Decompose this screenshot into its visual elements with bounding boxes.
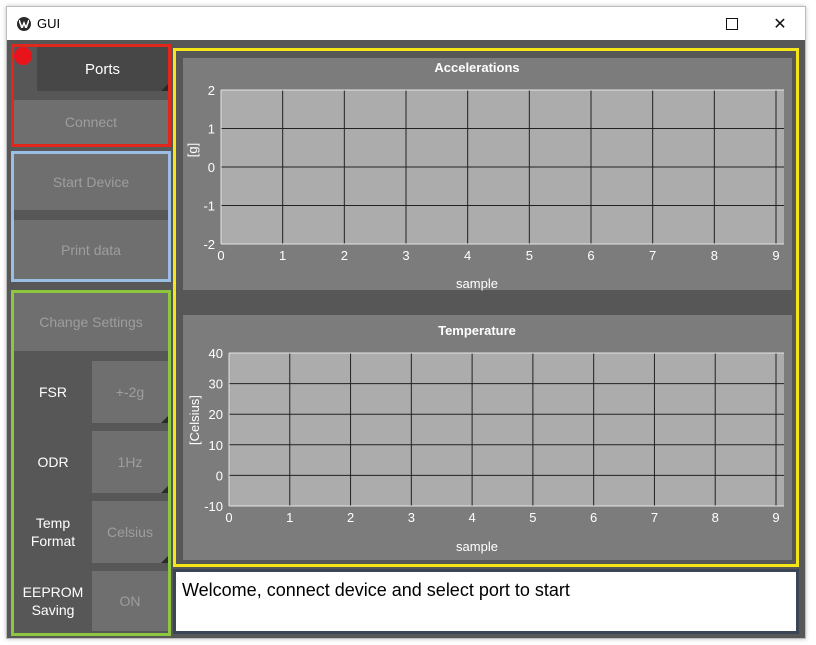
temp-x-tick-label: 7 [651,510,658,525]
close-button[interactable]: ✕ [757,7,803,40]
temp-x-tick-label: 9 [772,510,779,525]
temp-x-tick-label: 5 [529,510,536,525]
temp-y-axis-label: [Celsius] [187,395,202,445]
charts-canvas: Accelerations0 1 2 3 4 5 6 7 8 9210-1-2sample[g]T… [183,58,792,560]
accel-x-tick-label: 4 [464,248,471,263]
accel-y-tick-label: 2 [208,83,215,98]
temp-y-tick-label: 40 [209,346,223,361]
temp-x-tick-label: 4 [468,510,475,525]
accel-y-tick-label: 1 [208,122,215,137]
accel-x-tick-label: 7 [649,248,656,263]
temp-x-tick-label: 2 [347,510,354,525]
accel-x-tick-label: 8 [711,248,718,263]
accel-x-tick-label: 5 [526,248,533,263]
accel-chart-title: Accelerations [434,60,519,75]
temp-y-tick-label: 30 [209,377,223,392]
accel-x-tick-label: 0 [217,248,224,263]
accel-y-tick-label: -1 [203,199,215,214]
app-icon [17,17,31,31]
temp-x-tick-label: 3 [408,510,415,525]
temp-x-tick-label: 6 [590,510,597,525]
temp-y-tick-label: 0 [216,468,223,483]
client-area: Ports Connect Start Device Print data Ch… [7,40,805,638]
accel-y-axis-label: [g] [185,143,200,157]
accel-x-axis-label: sample [456,276,498,291]
temp-y-tick-label: 10 [209,438,223,453]
temp-x-tick-label: 0 [225,510,232,525]
close-icon: ✕ [773,15,787,33]
temp-y-tick-label: -10 [204,499,223,514]
temp-x-tick-label: 1 [286,510,293,525]
title-bar[interactable]: GUI ✕ [7,7,805,40]
maximize-button[interactable] [709,7,755,40]
status-message: Welcome, connect device and select port … [182,580,570,600]
accel-x-tick-label: 2 [341,248,348,263]
app-window: GUI ✕ Ports Connect Start Device Print d… [6,6,806,639]
temp-x-tick-label: 8 [712,510,719,525]
accel-y-tick-label: -2 [203,237,215,252]
maximize-icon [726,17,738,30]
accel-x-tick-label: 1 [279,248,286,263]
status-panel: Welcome, connect device and select port … [173,569,799,634]
accel-y-tick-label: 0 [208,160,215,175]
accel-x-tick-label: 6 [587,248,594,263]
accel-x-tick-label: 9 [772,248,779,263]
temp-y-tick-label: 20 [209,407,223,422]
temp-plot-area [229,353,784,506]
window-title: GUI [37,16,61,31]
temp-x-axis-label: sample [456,539,498,554]
temp-chart-title: Temperature [438,323,516,338]
accel-x-tick-label: 3 [402,248,409,263]
